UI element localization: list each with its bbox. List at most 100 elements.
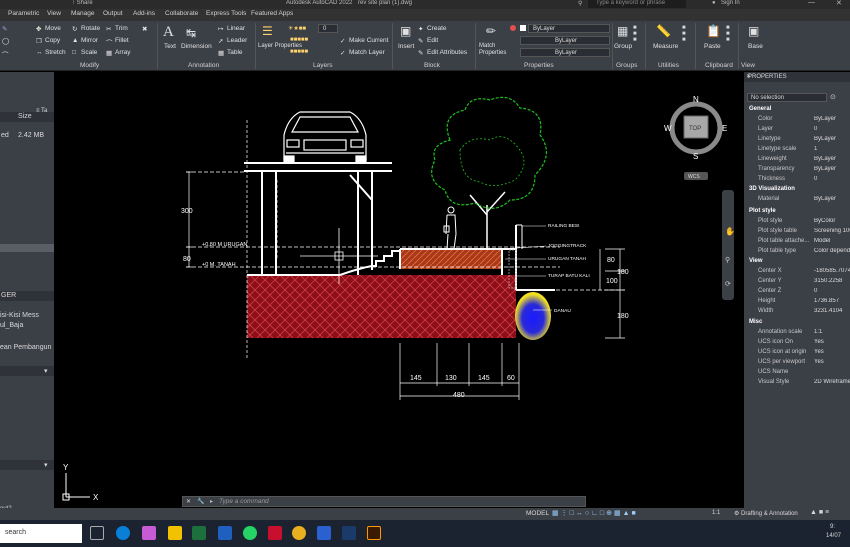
base-icon[interactable]: ▣ bbox=[748, 24, 759, 38]
property-row[interactable]: Center X -180585.7074 bbox=[744, 268, 850, 278]
match-layer-button[interactable]: ✓ Match Layer bbox=[340, 49, 385, 57]
section-view[interactable]: View bbox=[749, 258, 763, 264]
property-value[interactable]: Color dependent bbox=[814, 248, 850, 254]
workspace-switch[interactable]: ⚙ Drafting & Annotation bbox=[734, 510, 798, 517]
scale-button[interactable]: □ Scale bbox=[72, 49, 97, 56]
taskbar-search[interactable]: search bbox=[0, 524, 82, 543]
task-view-icon[interactable] bbox=[90, 526, 104, 540]
table-button[interactable]: ▦ Table bbox=[218, 49, 243, 57]
match-properties-icon[interactable]: ✏ bbox=[486, 24, 496, 38]
command-input[interactable]: Type a command bbox=[219, 498, 269, 505]
layer-dropdown[interactable]: 0 bbox=[318, 24, 338, 33]
file-list-row[interactable]: ed 2.42 MB bbox=[0, 131, 54, 141]
mirror-button[interactable]: ▲ Mirror bbox=[72, 37, 98, 44]
property-row[interactable]: Linetype ByLayer bbox=[744, 136, 850, 146]
property-row[interactable]: Layer 0 bbox=[744, 126, 850, 136]
drafting-toggles[interactable]: ▦⋮□↔○∟□⊕▦▲■ bbox=[552, 509, 638, 517]
color-dropdown[interactable]: ByLayer bbox=[528, 24, 610, 33]
property-value[interactable]: Yes bbox=[814, 359, 850, 365]
property-value[interactable]: 3150.2258 bbox=[814, 278, 850, 284]
property-row[interactable]: Annotation scale 1:1 bbox=[744, 329, 850, 339]
array-button[interactable]: ▦ Array bbox=[106, 49, 131, 57]
layer-properties-icon[interactable]: ☰ bbox=[262, 24, 273, 38]
app-icon[interactable] bbox=[317, 526, 331, 540]
property-value[interactable]: ByLayer bbox=[814, 166, 850, 172]
list-item[interactable]: ean Pembangun bbox=[0, 344, 51, 351]
search-icon[interactable]: ⚲ bbox=[578, 0, 582, 7]
edit-block-button[interactable]: ✎ Edit bbox=[418, 37, 438, 45]
property-row[interactable]: Lineweight ByLayer bbox=[744, 156, 850, 166]
viewcube-west[interactable]: W bbox=[664, 124, 672, 133]
property-row[interactable]: Width 3231.4104 bbox=[744, 308, 850, 318]
group-icon[interactable]: ▦ bbox=[617, 24, 628, 38]
leader-button[interactable]: ➚ Leader bbox=[218, 37, 247, 45]
property-row[interactable]: Visual Style 2D Wireframe bbox=[744, 379, 850, 389]
erase-icon[interactable]: ✖ bbox=[142, 25, 147, 33]
file-explorer-icon[interactable] bbox=[168, 526, 182, 540]
property-value[interactable]: ByLayer bbox=[814, 116, 850, 122]
autocad-taskbar-icon[interactable] bbox=[268, 526, 282, 540]
left-scrollbar[interactable] bbox=[0, 244, 54, 252]
property-row[interactable]: Color ByLayer bbox=[744, 116, 850, 126]
wrench-icon[interactable]: 🔧 bbox=[197, 498, 204, 505]
dimension-button[interactable]: Dimension bbox=[181, 43, 212, 50]
base-button[interactable]: Base bbox=[748, 43, 763, 50]
property-row[interactable]: Plot table attache... Model bbox=[744, 238, 850, 248]
property-value[interactable]: ByLayer bbox=[814, 196, 850, 202]
text-icon[interactable]: A bbox=[163, 24, 174, 41]
cad-drawing[interactable]: 300 80 +0,80 M URUGAN +0 M. TANAH 80 100… bbox=[54, 72, 744, 514]
property-row[interactable]: Transparency ByLayer bbox=[744, 166, 850, 176]
property-row[interactable]: Plot style table Screening 100% bbox=[744, 228, 850, 238]
paste-icon[interactable]: 📋 bbox=[706, 24, 721, 38]
property-row[interactable]: Plot table type Color dependent bbox=[744, 248, 850, 258]
property-value[interactable]: 0 bbox=[814, 288, 850, 294]
edit-attributes-button[interactable]: ✎ Edit Attributes bbox=[418, 49, 467, 57]
viewcube-north[interactable]: N bbox=[693, 95, 699, 104]
section-3d-visualization[interactable]: 3D Visualization bbox=[749, 186, 795, 192]
drawing-canvas[interactable]: 300 80 +0,80 M URUGAN +0 M. TANAH 80 100… bbox=[54, 72, 744, 514]
text-button[interactable]: Text bbox=[164, 43, 176, 50]
store-app-icon[interactable] bbox=[142, 526, 156, 540]
property-value[interactable]: Yes bbox=[814, 349, 850, 355]
utilities-tools-icons[interactable]: ■ ■ ■ bbox=[682, 25, 686, 43]
list-item[interactable]: isi-Kisi Mess bbox=[0, 312, 39, 319]
pan-icon[interactable]: ✋ bbox=[725, 226, 735, 236]
tab-parametric[interactable]: Parametric bbox=[8, 10, 39, 17]
property-value[interactable]: Screening 100% bbox=[814, 228, 850, 234]
tab-express-tools[interactable]: Express Tools bbox=[206, 10, 246, 17]
annotation-scale[interactable]: 1:1 bbox=[712, 510, 720, 516]
property-row[interactable]: UCS per viewport Yes bbox=[744, 359, 850, 369]
viewcube-east[interactable]: E bbox=[722, 124, 727, 133]
sign-in-button[interactable]: Sign In bbox=[721, 0, 740, 6]
viewcube[interactable]: TOP N S E W WCS bbox=[664, 95, 727, 180]
property-row[interactable]: UCS Name bbox=[744, 369, 850, 379]
property-row[interactable]: Material ByLayer bbox=[744, 196, 850, 206]
layer-tools-icons[interactable]: ■■■■■ bbox=[290, 37, 308, 43]
match-properties-button[interactable]: Match Properties bbox=[479, 43, 507, 57]
property-value[interactable]: ByColor bbox=[814, 218, 850, 224]
edge-icon[interactable] bbox=[116, 526, 130, 540]
tab-collaborate[interactable]: Collaborate bbox=[165, 10, 198, 17]
stretch-button[interactable]: ↔ Stretch bbox=[36, 49, 66, 56]
property-value[interactable]: ByLayer bbox=[814, 156, 850, 162]
property-row[interactable]: UCS icon at origin Yes bbox=[744, 349, 850, 359]
property-row[interactable]: Plot style ByColor bbox=[744, 218, 850, 228]
measure-icon[interactable]: 📏 bbox=[656, 24, 671, 38]
property-value[interactable]: 2D Wireframe bbox=[814, 379, 850, 385]
property-value[interactable]: 0 bbox=[814, 176, 850, 182]
dimension-icon[interactable]: ↹ bbox=[186, 26, 196, 40]
property-row[interactable]: Thickness 0 bbox=[744, 176, 850, 186]
close-icon[interactable]: ✕ bbox=[186, 498, 191, 505]
illustrator-icon[interactable] bbox=[367, 526, 381, 540]
share-button[interactable]: ↑ Share bbox=[72, 0, 93, 6]
model-space-button[interactable]: MODEL bbox=[526, 510, 549, 517]
tab-output[interactable]: Output bbox=[103, 10, 123, 17]
move-button[interactable]: ✥ Move bbox=[36, 25, 61, 33]
section-plot-style[interactable]: Plot style bbox=[749, 208, 776, 214]
layer-state-icons[interactable]: ☀★■■ bbox=[288, 25, 306, 32]
selection-dropdown[interactable]: No selection bbox=[747, 93, 827, 102]
rotate-button[interactable]: ↻ Rotate bbox=[72, 25, 100, 33]
property-row[interactable]: Height 1736.857 bbox=[744, 298, 850, 308]
trim-button[interactable]: ✂ Trim bbox=[106, 25, 128, 33]
property-value[interactable]: -180585.7074 bbox=[814, 268, 850, 274]
